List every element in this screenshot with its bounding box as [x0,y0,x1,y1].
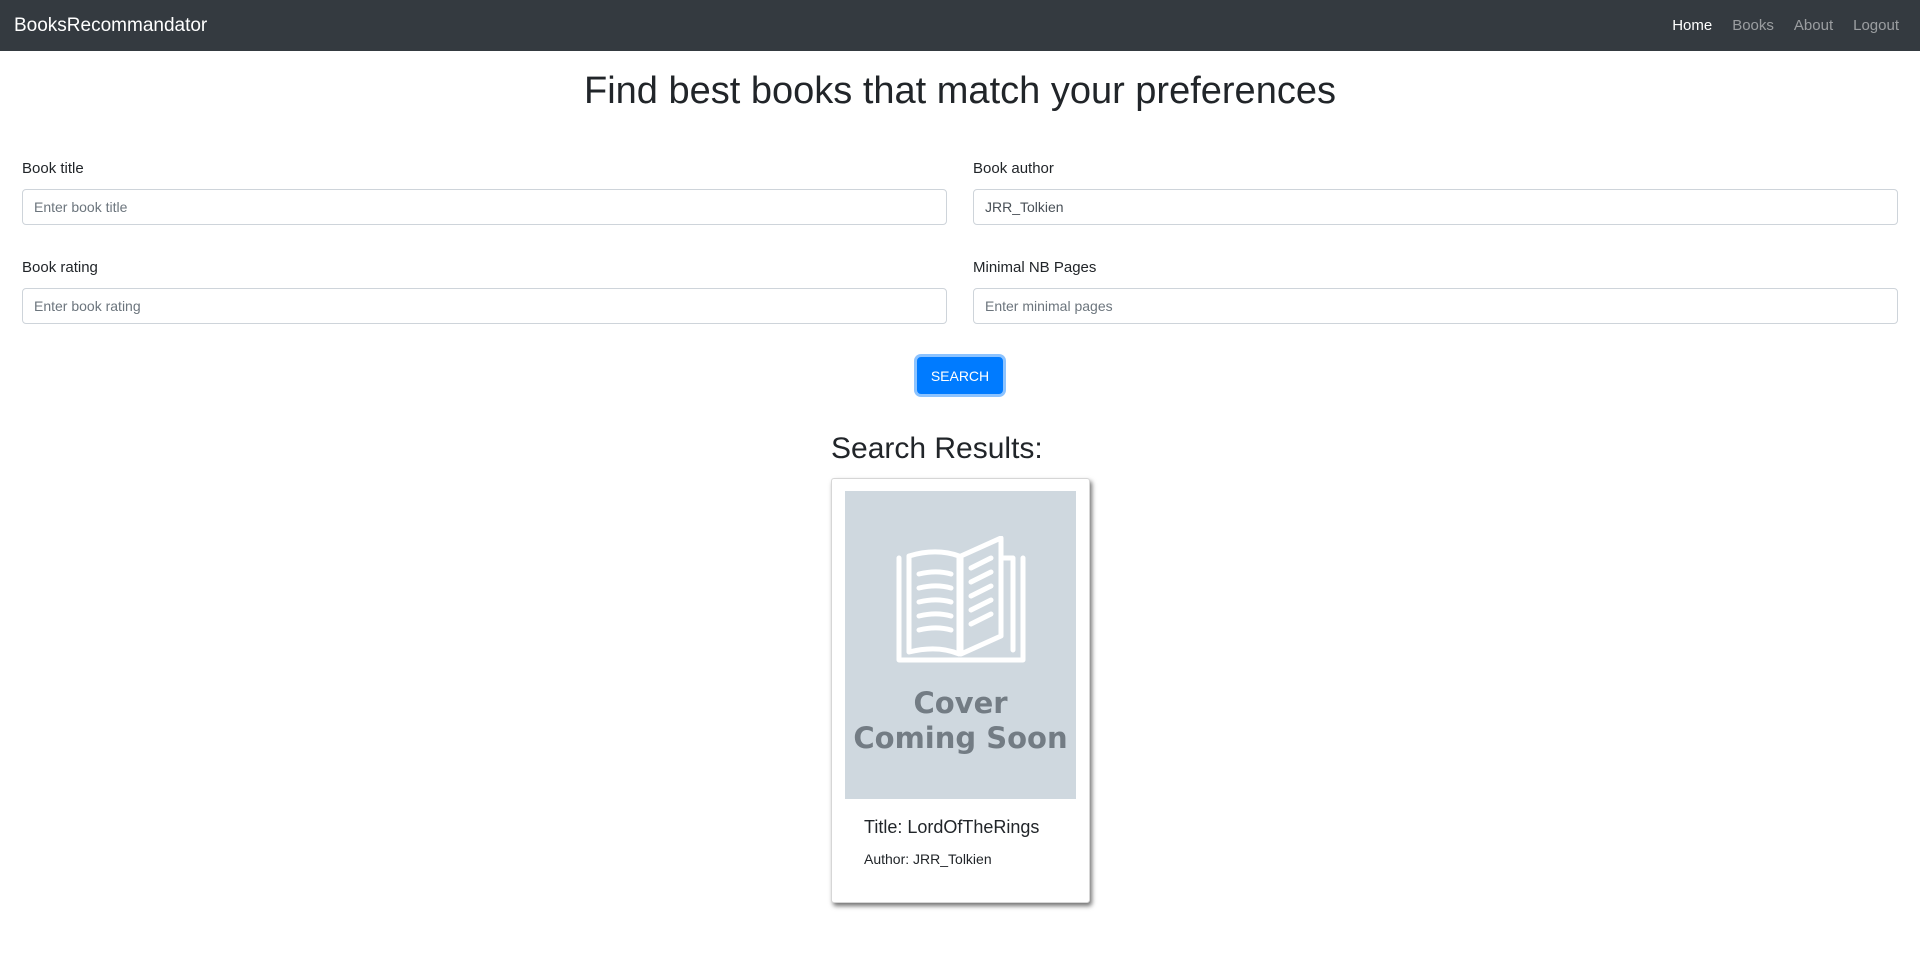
search-results-heading: Search Results: [831,432,1043,465]
book-card-author: Author: JRR_Tolkien [864,851,992,867]
book-rating-input[interactable] [22,288,947,324]
book-author-input[interactable] [973,189,1898,225]
min-pages-input[interactable] [973,288,1898,324]
book-rating-field: Book rating [22,258,947,324]
open-book-icon [896,536,1026,663]
book-title-label: Book title [22,160,84,177]
min-pages-field: Minimal NB Pages [973,258,1898,324]
book-title-field: Book title [22,159,947,225]
book-cover-placeholder: Cover Coming Soon [845,491,1076,799]
book-card-title: Title: LordOfTheRings [864,817,1040,837]
brand-link[interactable]: BooksRecommandator [14,15,207,37]
book-author-label: Book author [973,160,1054,177]
book-rating-label: Book rating [22,259,98,276]
cover-text-line2: Coming Soon [853,721,1068,755]
search-button[interactable]: SEARCH [917,357,1003,394]
cover-text-line1: Cover [913,686,1008,720]
book-title-input[interactable] [22,189,947,225]
top-navbar: BooksRecommandator Home Books About Logo… [0,0,1920,51]
nav-links: Home Books About Logout [1652,17,1899,34]
nav-link-books[interactable]: Books [1732,17,1774,34]
book-author-field: Book author [973,159,1898,225]
book-card[interactable]: Cover Coming Soon Title: LordOfTheRings … [831,478,1090,903]
nav-link-home[interactable]: Home [1672,17,1712,34]
nav-link-logout[interactable]: Logout [1853,17,1899,34]
nav-link-about[interactable]: About [1794,17,1833,34]
min-pages-label: Minimal NB Pages [973,259,1097,276]
page-title: Find best books that match your preferen… [584,70,1336,112]
